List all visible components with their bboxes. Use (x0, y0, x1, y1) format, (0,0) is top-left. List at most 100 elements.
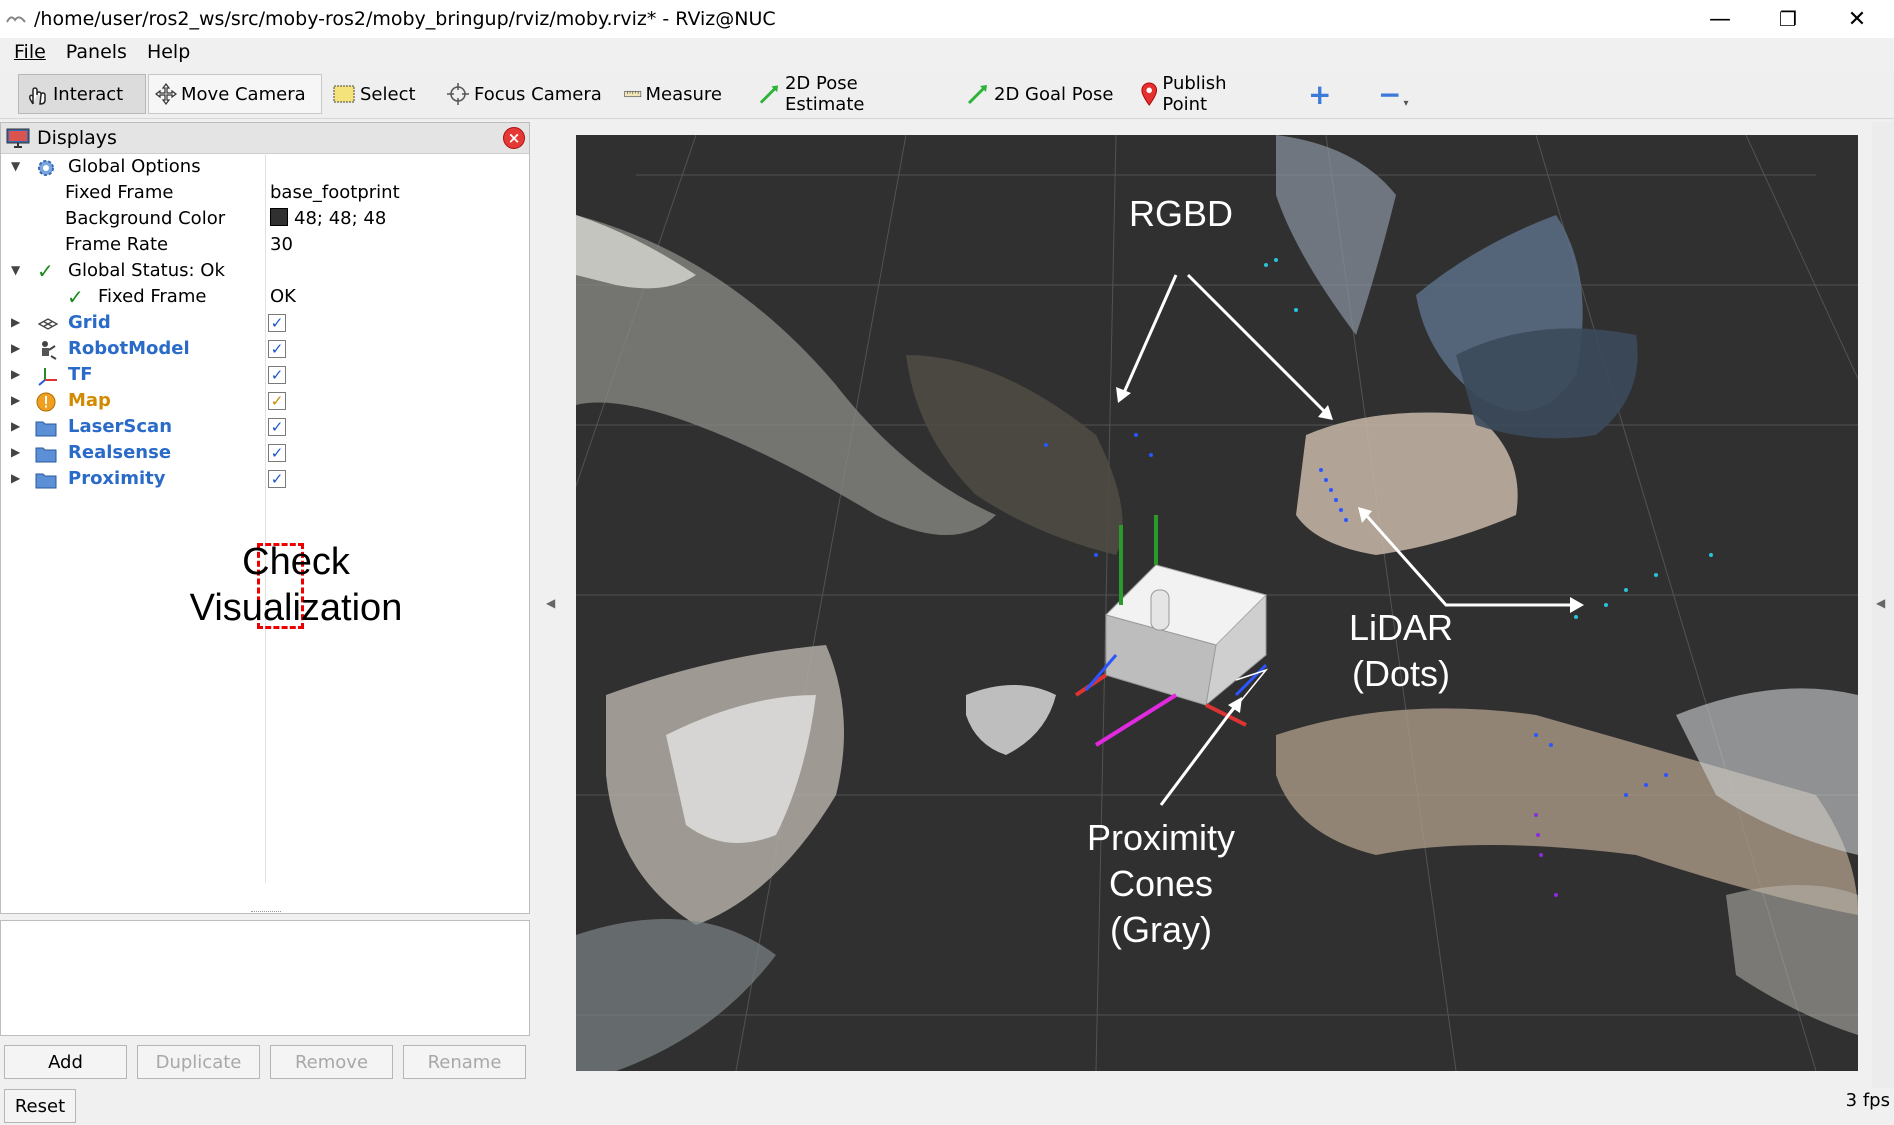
rgbd-annotation: RGBD (1096, 191, 1266, 237)
remove-button[interactable]: Remove (270, 1045, 393, 1079)
title-bar: /home/user/ros2_ws/src/moby-ros2/moby_br… (0, 0, 1894, 38)
pose-estimate-label: 2D Pose Estimate (784, 73, 865, 115)
interact-label: Interact (53, 83, 124, 105)
publish-point-label: Publish Point (1162, 73, 1227, 115)
duplicate-button[interactable]: Duplicate (137, 1045, 260, 1079)
ruler-icon (624, 90, 642, 98)
tree-row-map[interactable]: ▶ Map ✓ (1, 389, 529, 415)
minimize-icon: — (1709, 6, 1731, 32)
proximity-cones-annotation: Proximity Cones (Gray) (1056, 815, 1266, 953)
interact-tool-button[interactable]: Interact (18, 74, 146, 114)
collapse-arrow-icon[interactable]: ▶ (11, 393, 20, 407)
displays-tree: ▼ Global Options Fixed Frame base_footpr… (1, 153, 529, 883)
add-button[interactable]: Add (4, 1045, 127, 1079)
collapse-arrow-icon[interactable]: ▶ (11, 445, 20, 459)
select-rect-icon (333, 85, 355, 103)
proximity-label: Proximity (68, 468, 166, 489)
add-tool-button[interactable]: + (1302, 74, 1336, 114)
tree-row-global-options[interactable]: ▼ Global Options (1, 155, 529, 181)
frame-rate-label: Frame Rate (65, 234, 169, 255)
annotation-line: (Gray) (1110, 909, 1212, 950)
select-tool-button[interactable]: Select (326, 74, 426, 114)
tree-row-proximity[interactable]: ▶ Proximity ✓ (1, 467, 529, 493)
collapse-arrow-icon[interactable]: ▶ (11, 471, 20, 485)
grid-checkbox[interactable]: ✓ (268, 314, 286, 332)
focus-camera-tool-button[interactable]: Focus Camera (440, 74, 610, 114)
minimize-button[interactable]: — (1685, 0, 1755, 38)
tree-row-laserscan[interactable]: ▶ LaserScan ✓ (1, 415, 529, 441)
realsense-checkbox[interactable]: ✓ (268, 444, 286, 462)
tree-row-global-status[interactable]: ▼ ✓ Global Status: Ok (1, 259, 529, 285)
displays-title: Displays (37, 127, 117, 149)
gear-icon (38, 160, 54, 176)
green-arrow-icon (759, 85, 779, 104)
displays-panel-header: Displays × (1, 123, 529, 154)
map-checkbox[interactable]: ✓ (268, 392, 286, 410)
realsense-label: Realsense (68, 442, 172, 463)
fixed-frame-label: Fixed Frame (65, 182, 174, 203)
measure-tool-button[interactable]: Measure (618, 74, 728, 114)
plus-icon: + (1308, 77, 1332, 111)
close-button[interactable]: ✕ (1822, 0, 1892, 38)
proximity-checkbox[interactable]: ✓ (268, 470, 286, 488)
tree-row-tf[interactable]: ▶ TF ✓ (1, 363, 529, 389)
annotation-line: LiDAR (1348, 607, 1454, 648)
description-panel (0, 920, 530, 1036)
2d-goal-pose-tool-button[interactable]: 2D Goal Pose (960, 74, 1122, 114)
checkmark-icon: ✓ (67, 285, 84, 309)
minus-icon: − (1378, 77, 1402, 111)
collapse-arrow-icon[interactable]: ▶ (11, 315, 20, 329)
tf-label: TF (68, 364, 93, 385)
tree-row-status-fixed-frame[interactable]: ✓ Fixed Frame OK (1, 285, 529, 311)
check-visualization-annotation: Check Visualization (151, 539, 441, 631)
goal-pose-label: 2D Goal Pose (994, 83, 1114, 105)
remove-tool-button[interactable]: − ▾ (1372, 74, 1412, 114)
tree-row-fixed-frame[interactable]: Fixed Frame base_footprint (1, 181, 529, 207)
menu-help[interactable]: Help (147, 41, 190, 63)
tree-row-frame-rate[interactable]: Frame Rate 30 (1, 233, 529, 259)
frame-rate-value[interactable]: 30 (270, 234, 293, 255)
expand-arrow-icon[interactable]: ▼ (11, 263, 20, 277)
laserscan-checkbox[interactable]: ✓ (268, 418, 286, 436)
fps-indicator: 3 fps (1845, 1090, 1890, 1111)
collapse-arrow-icon[interactable]: ▶ (11, 367, 20, 381)
menu-file[interactable]: File (14, 41, 46, 63)
tree-row-realsense[interactable]: ▶ Realsense ✓ (1, 441, 529, 467)
move-camera-tool-button[interactable]: Move Camera (148, 74, 322, 114)
collapse-arrow-icon[interactable]: ▶ (11, 419, 20, 433)
3d-render-viewport[interactable]: RGBD LiDAR (Dots) Proximity Cones (Gray) (576, 135, 1858, 1071)
background-color-value[interactable]: 48; 48; 48 (270, 208, 386, 229)
annotation-line: Proximity (1086, 817, 1235, 858)
background-color-label: Background Color (65, 208, 226, 229)
collapse-right-panel-icon[interactable]: ◀ (1876, 596, 1885, 610)
move-camera-label: Move Camera (181, 83, 306, 105)
collapse-arrow-icon[interactable]: ▶ (11, 341, 20, 355)
checkmark-icon: ✓ (37, 259, 54, 283)
rename-button[interactable]: Rename (403, 1045, 526, 1079)
crosshair-icon (447, 83, 469, 105)
move-arrows-icon (155, 83, 177, 105)
robotmodel-checkbox[interactable]: ✓ (268, 340, 286, 358)
annotation-line: Visualization (189, 587, 403, 629)
folder-icon (35, 473, 57, 489)
tree-row-background-color[interactable]: Background Color 48; 48; 48 (1, 207, 529, 233)
maximize-button[interactable]: ❐ (1753, 0, 1823, 38)
collapse-left-panel-icon[interactable]: ◀ (546, 596, 555, 610)
expand-arrow-icon[interactable]: ▼ (11, 159, 20, 173)
folder-icon (35, 447, 57, 463)
annotation-line: Cones (1108, 863, 1214, 904)
splitter-handle[interactable] (251, 911, 281, 915)
global-status-label: Global Status: Ok (68, 260, 225, 281)
grid-icon (37, 318, 59, 330)
tree-row-grid[interactable]: ▶ Grid ✓ (1, 311, 529, 337)
warning-icon (36, 392, 56, 412)
menu-panels[interactable]: Panels (66, 41, 127, 63)
tree-row-robotmodel[interactable]: ▶ RobotModel ✓ (1, 337, 529, 363)
tf-checkbox[interactable]: ✓ (268, 366, 286, 384)
fixed-frame-value[interactable]: base_footprint (270, 182, 400, 203)
panel-close-button[interactable]: × (503, 127, 525, 149)
publish-point-tool-button[interactable]: Publish Point (1134, 73, 1274, 115)
reset-button[interactable]: Reset (4, 1089, 76, 1123)
lidar-annotation: LiDAR (Dots) (1316, 605, 1486, 697)
2d-pose-estimate-tool-button[interactable]: 2D Pose Estimate (752, 73, 942, 115)
